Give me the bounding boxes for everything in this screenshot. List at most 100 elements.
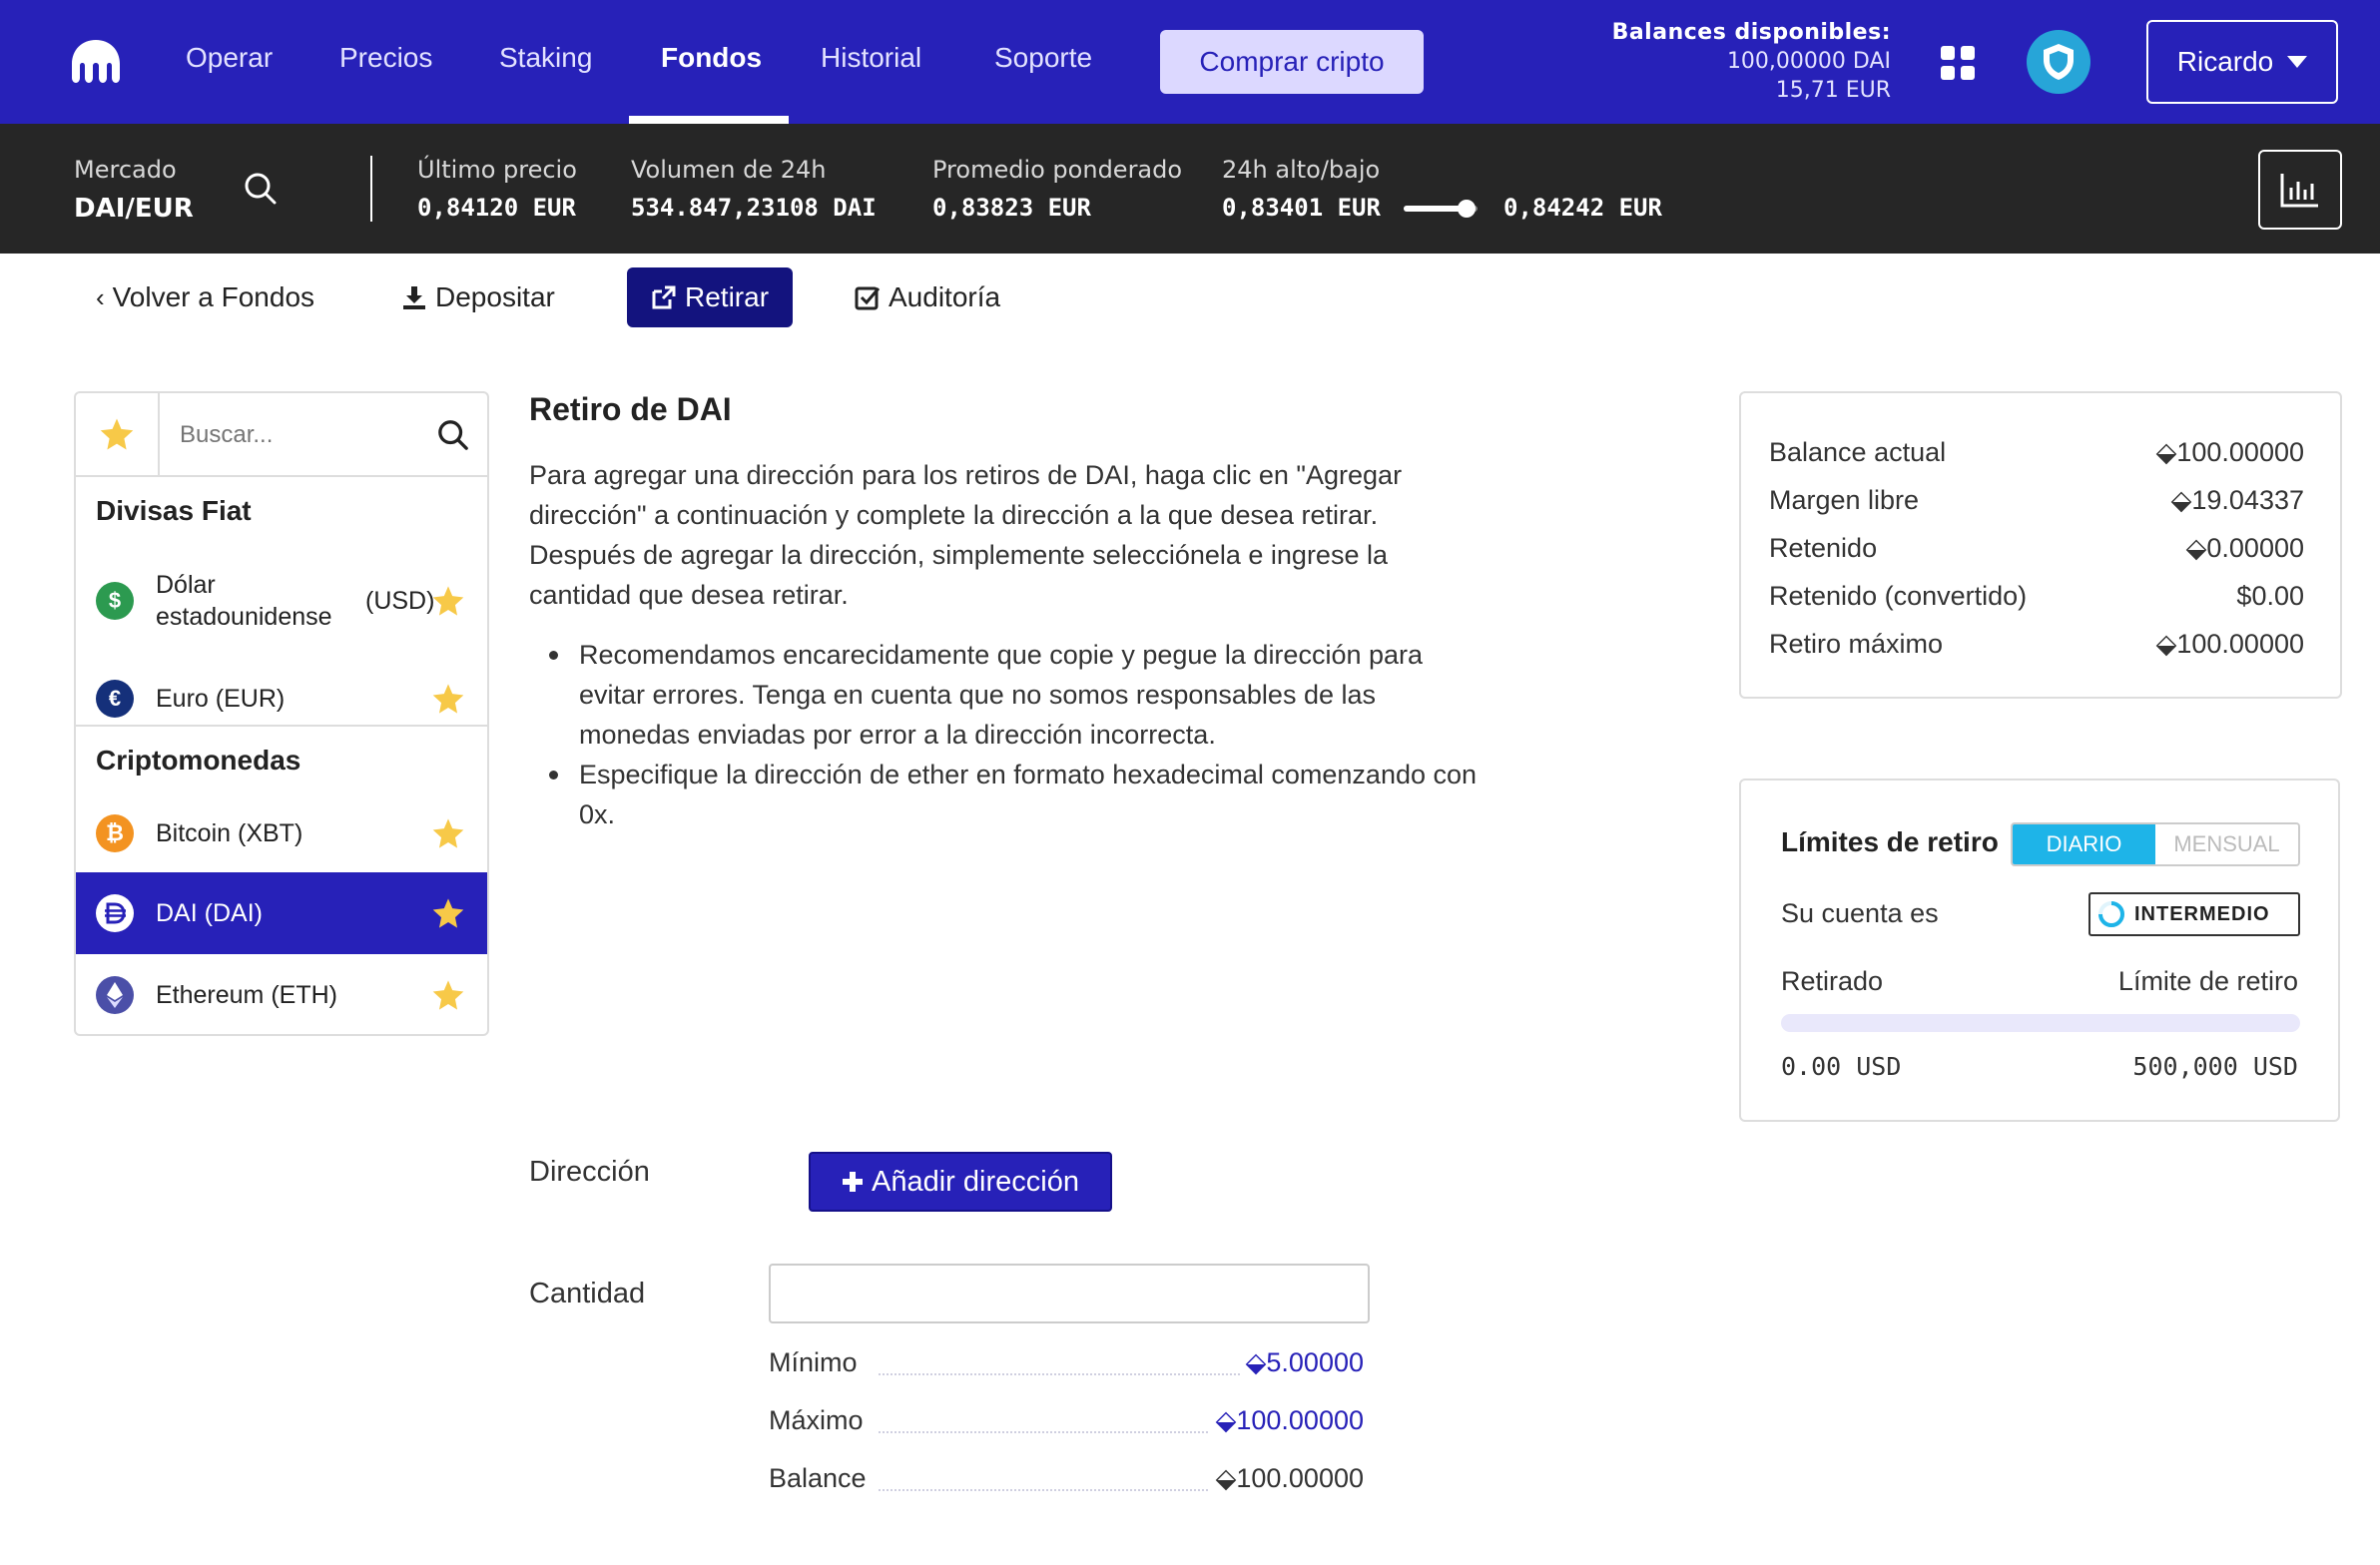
buy-crypto-button[interactable]: Comprar cripto — [1160, 30, 1424, 94]
bitcoin-icon: ₿ — [96, 814, 134, 852]
fiat-heading: Divisas Fiat — [96, 495, 252, 526]
range-label: 24h alto/bajo — [1222, 156, 1381, 184]
active-nav-indicator — [629, 116, 789, 124]
nav-operar[interactable]: Operar — [186, 42, 273, 74]
kraken-logo-icon[interactable] — [68, 36, 124, 86]
daily-toggle[interactable]: DIARIO — [2013, 824, 2155, 864]
chart-toggle-button[interactable] — [2258, 150, 2342, 230]
quantity-input[interactable] — [769, 1264, 1370, 1323]
apps-grid-icon[interactable] — [1941, 46, 1975, 80]
chevron-left-icon: ‹ — [96, 281, 105, 312]
security-shield-button[interactable] — [2027, 30, 2090, 94]
balance-summary-card: Balance actual ⬙100.00000 Margen libre ⬙19… — [1739, 391, 2342, 699]
high-value: 0,84242 EUR — [1503, 194, 1662, 222]
bar-chart-icon — [2280, 174, 2318, 208]
asset-name-usd: Dólar estadounidense — [156, 571, 332, 631]
balance-row: Balance ⬙100.00000 — [769, 1463, 1364, 1503]
held-converted-row: Retenido (convertido) $0.00 — [1769, 581, 2304, 611]
instructions-list: Recomendamos encarecidamente que copie y… — [549, 635, 1478, 834]
star-icon[interactable] — [431, 897, 465, 929]
search-icon[interactable] — [244, 172, 278, 206]
asset-code-usd: (USD) — [365, 586, 435, 615]
withdrawn-label: Retirado — [1781, 966, 1884, 996]
ethereum-icon — [96, 976, 134, 1014]
star-icon[interactable] — [431, 683, 465, 715]
volume-label: Volumen de 24h — [631, 156, 827, 184]
euro-sign-icon: € — [96, 680, 134, 718]
nav-soporte[interactable]: Soporte — [994, 42, 1092, 74]
asset-row-eth[interactable]: Ethereum (ETH) — [76, 954, 487, 1034]
range-marker — [1457, 200, 1476, 218]
quantity-label: Cantidad — [529, 1278, 646, 1309]
minimum-label: Mínimo — [769, 1347, 864, 1378]
asset-row-eur[interactable]: € Euro (EUR) — [76, 659, 487, 739]
group-divider — [76, 725, 487, 727]
page-title: Retiro de DAI — [529, 391, 732, 427]
last-price: Último precio 0,84120 EUR — [417, 156, 577, 222]
add-address-label: Añadir dirección — [872, 1165, 1079, 1198]
address-label: Dirección — [529, 1156, 650, 1188]
user-name: Ricardo — [2176, 46, 2274, 77]
withdraw-tab[interactable]: Retirar — [627, 267, 794, 327]
list-item: Especifique la dirección de ether en for… — [549, 755, 1478, 834]
nav-staking[interactable]: Staking — [499, 42, 592, 74]
star-icon[interactable] — [431, 817, 465, 849]
asset-name-eur: Euro (EUR) — [156, 684, 286, 713]
market-ticker-bar: Mercado DAI/EUR Último precio 0,84120 EU… — [0, 124, 2380, 254]
deposit-label: Depositar — [435, 281, 555, 312]
monthly-toggle[interactable]: MENSUAL — [2155, 824, 2298, 864]
asset-search-input[interactable] — [180, 413, 419, 457]
search-icon[interactable] — [437, 419, 469, 451]
star-icon — [100, 418, 134, 450]
market-pair: DAI/EUR — [74, 194, 194, 224]
available-balances[interactable]: Balances disponibles: 100,00000 DAI 15,7… — [1612, 20, 1891, 103]
plus-icon — [843, 1172, 864, 1192]
maximum-value[interactable]: ⬙100.00000 — [1209, 1405, 1364, 1436]
audit-label: Auditoría — [889, 281, 1001, 312]
market-selector[interactable]: Mercado DAI/EUR — [74, 156, 194, 224]
balance-eur: 15,71 EUR — [1775, 78, 1891, 103]
instructions-paragraph: Para agregar una dirección para los reti… — [529, 460, 1403, 610]
balance-dai: 100,00000 DAI — [1726, 49, 1891, 74]
deposit-tab[interactable]: Depositar — [401, 267, 555, 327]
nav-fondos[interactable]: Fondos — [661, 42, 762, 74]
limits-title: Límites de retiro — [1781, 826, 1999, 857]
back-to-funds-link[interactable]: ‹ Volver a Fondos — [96, 267, 314, 327]
vwap-label: Promedio ponderado — [932, 156, 1183, 184]
balance-label: Balance — [769, 1463, 873, 1494]
minimum-row: Mínimo ⬙5.00000 — [769, 1347, 1364, 1387]
account-label: Su cuenta es — [1781, 898, 1939, 928]
favorites-filter-button[interactable] — [76, 393, 160, 475]
ticker-divider — [370, 156, 372, 222]
add-address-button[interactable]: Añadir dirección — [809, 1152, 1112, 1212]
last-price-label: Último precio — [417, 156, 577, 184]
asset-row-dai[interactable]: DAI (DAI) — [76, 872, 487, 954]
nav-historial[interactable]: Historial — [821, 42, 921, 74]
high-value-wrap: 0,84242 EUR — [1503, 156, 1662, 222]
asset-row-usd[interactable]: $ Dólar estadounidense (USD) — [76, 553, 487, 649]
star-icon[interactable] — [431, 585, 465, 617]
withdraw-label: Retirar — [685, 281, 770, 312]
back-label: Volver a Fondos — [112, 281, 315, 312]
max-withdrawal-row: Retiro máximo ⬙100.00000 — [1769, 629, 2304, 659]
asset-name-eth: Ethereum (ETH) — [156, 980, 337, 1009]
list-item: Recomendamos encarecidamente que copie y… — [549, 635, 1478, 755]
withdrawn-value: 0.00 USD — [1781, 1052, 1902, 1081]
vwap-value: 0,83823 EUR — [932, 194, 1091, 222]
dai-icon — [96, 894, 134, 932]
last-price-value: 0,84120 EUR — [417, 194, 576, 222]
audit-tab[interactable]: Auditoría — [855, 267, 1000, 327]
high-low-24h: 24h alto/bajo 0,83401 EUR — [1222, 156, 1381, 222]
asset-list-panel: Divisas Fiat $ Dólar estadounidense (USD… — [74, 391, 489, 1036]
maximum-row: Máximo ⬙100.00000 — [769, 1405, 1364, 1445]
withdrawal-limits-card: Límites de retiro DIARIO MENSUAL Su cuen… — [1739, 779, 2340, 1122]
user-menu-button[interactable]: Ricardo — [2146, 20, 2338, 104]
star-icon[interactable] — [431, 979, 465, 1011]
asset-row-xbt[interactable]: ₿ Bitcoin (XBT) — [76, 792, 487, 874]
nav-precios[interactable]: Precios — [339, 42, 432, 74]
volume-24h: Volumen de 24h 534.847,23108 DAI — [631, 156, 877, 222]
weighted-average: Promedio ponderado 0,83823 EUR — [932, 156, 1182, 222]
limit-value: 500,000 USD — [2132, 1052, 2298, 1081]
minimum-value[interactable]: ⬙5.00000 — [1239, 1347, 1364, 1378]
tier-badge[interactable]: INTERMEDIO — [2088, 892, 2300, 936]
